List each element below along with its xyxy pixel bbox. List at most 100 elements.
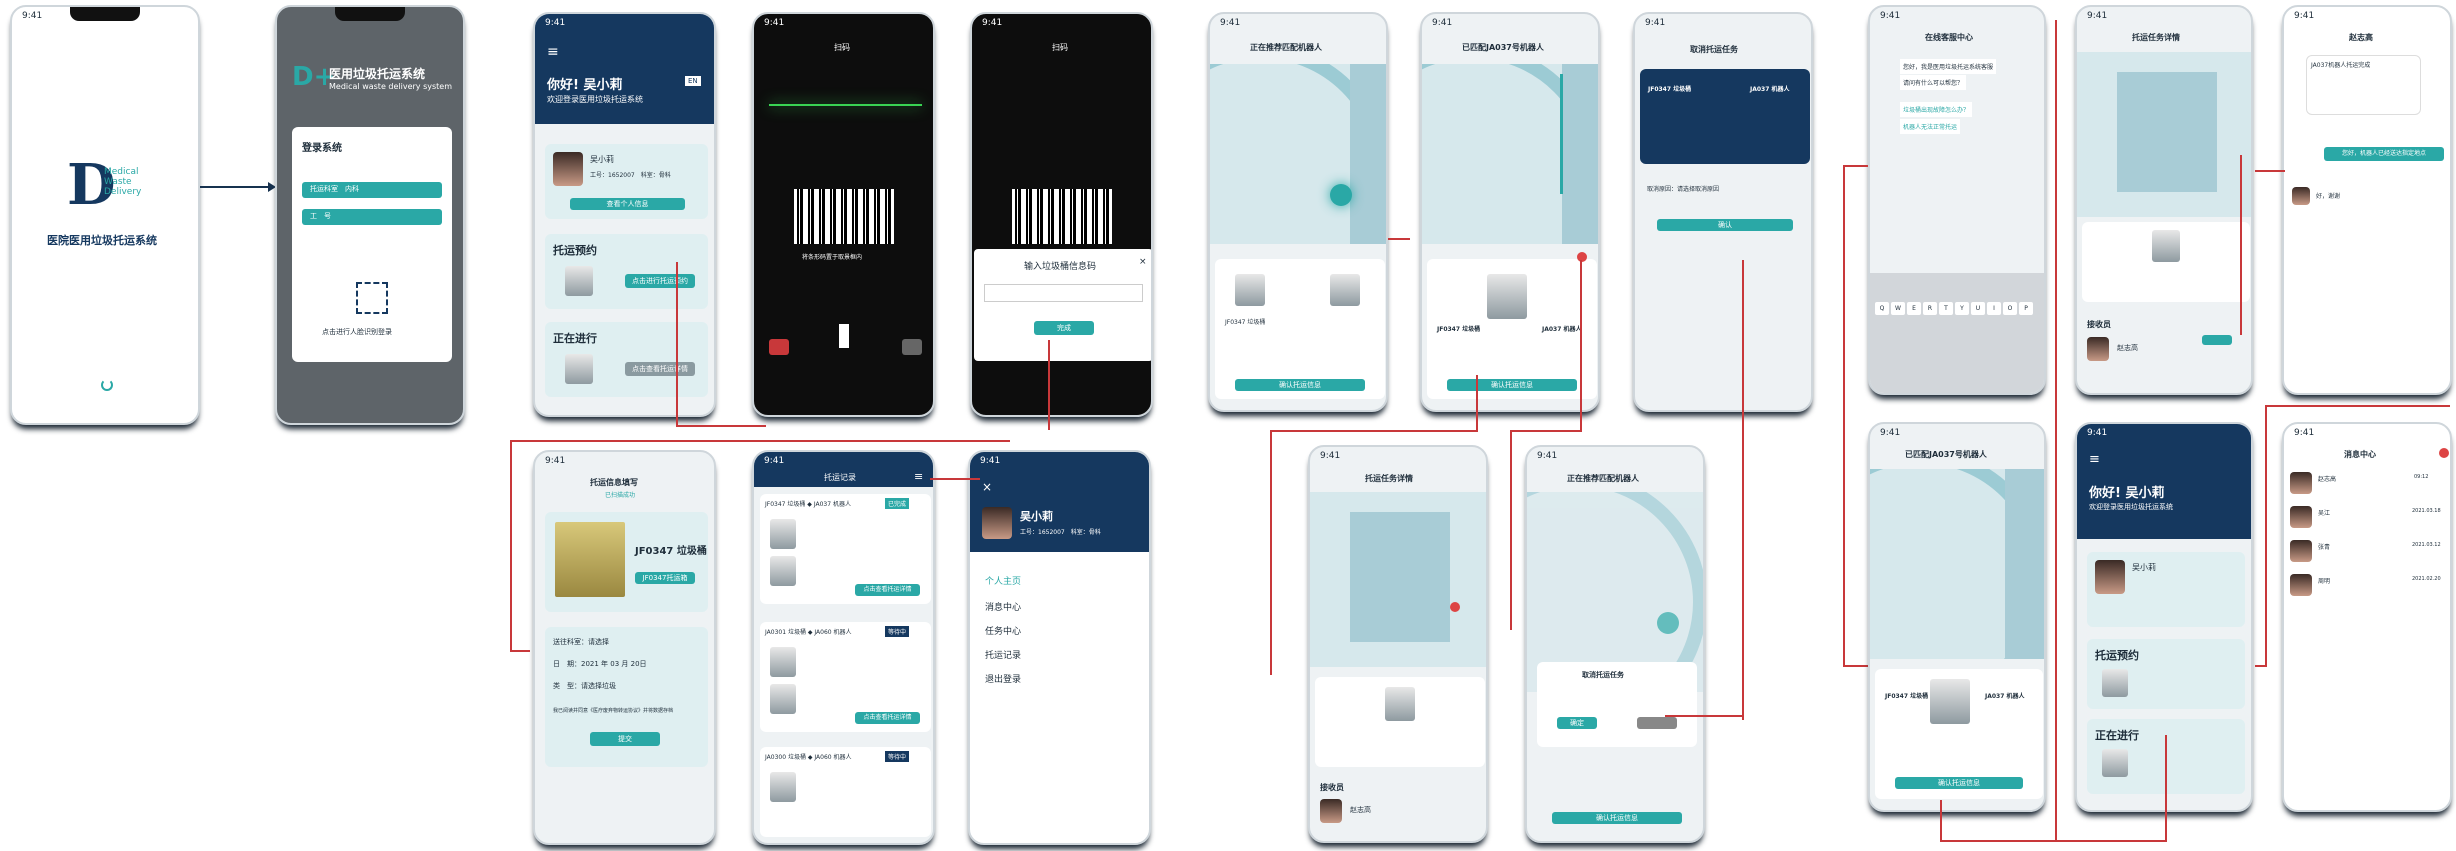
- cancel-screen: 9:41 取消托运任务 JF0347 垃圾桶 JA037 机器人 取消原因：请选…: [1633, 12, 1813, 412]
- confirm-button[interactable]: 确认托运信息: [1235, 379, 1365, 391]
- hospital-map[interactable]: [2077, 52, 2251, 217]
- status-time: 9:41: [22, 11, 43, 21]
- flow-connector: [1940, 840, 2165, 842]
- agree-checkbox[interactable]: 我已阅读并同意《医疗废弃物转运协议》并将数据存档: [553, 707, 673, 714]
- ok-button[interactable]: 确定: [1557, 717, 1597, 729]
- chat-msg[interactable]: 机器人无法正常托运: [1900, 119, 1961, 134]
- status-badge: 等待中: [885, 626, 910, 637]
- code-input[interactable]: [984, 284, 1143, 302]
- profile-button[interactable]: 查看个人信息: [570, 198, 685, 210]
- chat-msg[interactable]: 垃圾桶出现故障怎么办？: [1900, 102, 1973, 117]
- key[interactable]: Y: [1955, 302, 1969, 315]
- confirm-button[interactable]: 完成: [1034, 321, 1094, 335]
- robot-location-icon: [1330, 184, 1352, 206]
- menu-icon[interactable]: ≡: [547, 44, 559, 60]
- hotspot: [1577, 252, 1587, 262]
- keyboard-icon[interactable]: [769, 339, 789, 355]
- scan-title: 扫码: [834, 43, 850, 52]
- flow-connector: [1580, 260, 1582, 430]
- chat-screen: 9:41 在线客服中心 您好，我是医用垃圾托运系统客服 请问有什么可以帮您？ 垃…: [1868, 5, 2046, 395]
- key[interactable]: W: [1891, 302, 1905, 315]
- cancel-title: 取消托运任务: [1690, 45, 1738, 54]
- menu-item-tasks[interactable]: 任务中心: [985, 624, 1021, 637]
- robot-image: [1930, 679, 1970, 724]
- id-field[interactable]: 工 号: [302, 209, 442, 225]
- record-item[interactable]: JA0300 垃圾桶 ◆ JA060 机器人 等待中: [760, 747, 931, 837]
- key[interactable]: I: [1987, 302, 2001, 315]
- key[interactable]: R: [1923, 302, 1937, 315]
- key[interactable]: T: [1939, 302, 1953, 315]
- detail-button[interactable]: 点击查看托运详情: [855, 584, 920, 596]
- menu-item-home[interactable]: 个人主页: [985, 574, 1021, 587]
- scan-hint: 将条形码置于取景框内: [802, 254, 863, 261]
- flashlight-icon[interactable]: [839, 324, 849, 348]
- menu-name: 吴小莉: [1020, 510, 1053, 523]
- submit-button[interactable]: 提交: [590, 732, 660, 746]
- type-field[interactable]: 类 型：请选择垃圾: [553, 681, 616, 691]
- dept-field[interactable]: 送往科室：请选择: [553, 637, 609, 647]
- menu-item-logout[interactable]: 退出登录: [985, 672, 1021, 685]
- close-icon[interactable]: ×: [1139, 257, 1147, 267]
- dispatch-status: 已扫描成功: [605, 492, 636, 499]
- flow-connector: [2255, 170, 2285, 172]
- chat-button[interactable]: [2202, 335, 2232, 345]
- keyboard[interactable]: QWERTYUIOP: [1870, 273, 2044, 393]
- confirm-button[interactable]: 确认托运信息: [1447, 379, 1577, 391]
- reason-field[interactable]: 取消原因：请选择取消原因: [1647, 184, 1719, 193]
- records-screen: 9:41 托运记录 ≡ JF0347 垃圾桶 ◆ JA037 机器人 已完成 点…: [752, 450, 935, 845]
- hospital-map[interactable]: [1310, 492, 1486, 667]
- key[interactable]: P: [2019, 302, 2033, 315]
- key[interactable]: E: [1907, 302, 1921, 315]
- route-line: [1560, 74, 1563, 194]
- menu-icon[interactable]: ≡: [2089, 452, 2100, 467]
- robot-image: [1487, 274, 1527, 319]
- keyboard-keys: QWERTYUIOP: [1870, 273, 2044, 316]
- dept-label: 送往科室：: [553, 638, 588, 646]
- dispatch-screen: 9:41 托运信息填写 已扫描成功 JF0347 垃圾桶 JF0347托运箱 送…: [533, 450, 716, 845]
- hospital-map[interactable]: [1210, 64, 1386, 244]
- reserve-button[interactable]: 点击进行托运预约: [625, 274, 695, 288]
- date-field[interactable]: 日 期：2021 年 03 月 20日: [553, 659, 647, 669]
- avatar: [2290, 540, 2312, 562]
- form-card: 送往科室：请选择 日 期：2021 年 03 月 20日 类 型：请选择垃圾 我…: [545, 627, 708, 767]
- robot-image: [1385, 687, 1415, 721]
- avatar: [2292, 187, 2310, 205]
- match-card: JF0347 垃圾桶 JA037 机器人 确认托运信息: [1427, 259, 1597, 399]
- menu-item-messages[interactable]: 消息中心: [985, 600, 1021, 613]
- input-dialog: 输入垃圾桶信息码 × 完成: [974, 249, 1151, 361]
- bin-name: JF0347 垃圾桶: [1648, 86, 1692, 93]
- hospital-map[interactable]: [1870, 469, 2044, 659]
- ongoing-button[interactable]: 点击查看托运详情: [625, 362, 695, 376]
- robot-image: [1330, 274, 1360, 306]
- flow-connector: [1843, 165, 1845, 665]
- chat-msg: 您好，机器人已经送达指定地点: [2324, 147, 2444, 161]
- record-item[interactable]: JF0347 垃圾桶 ◆ JA037 机器人 已完成 点击查看托运详情: [760, 494, 931, 604]
- key[interactable]: Q: [1875, 302, 1889, 315]
- bin-image: [770, 772, 796, 802]
- menu-item-records[interactable]: 托运记录: [985, 648, 1021, 661]
- avatar: [982, 507, 1012, 539]
- avatar: [2290, 472, 2312, 494]
- cancel-confirm-button[interactable]: 确认: [1657, 219, 1793, 231]
- matched-screen: 9:41 已匹配JA037号机器人 JF0347 垃圾桶 JA037 机器人 确…: [1420, 12, 1600, 412]
- input-title: 输入垃圾桶信息码: [1024, 262, 1097, 272]
- message-time: 2021.02.20: [2412, 576, 2441, 582]
- confirm-button[interactable]: 确认托运信息: [1895, 777, 2023, 789]
- key[interactable]: U: [1971, 302, 1985, 315]
- detail-button[interactable]: 点击查看托运详情: [855, 712, 920, 724]
- record-item[interactable]: JA0301 垃圾桶 ◆ JA060 机器人 等待中 点击查看托运详情: [760, 622, 931, 732]
- bin-image: [565, 266, 593, 296]
- bin-button[interactable]: JF0347托运箱: [635, 572, 695, 584]
- confirm-button[interactable]: 确认托运信息: [1552, 812, 1682, 824]
- notification-dot[interactable]: [2439, 448, 2449, 458]
- close-icon[interactable]: ×: [982, 480, 992, 494]
- gallery-icon[interactable]: [902, 339, 922, 355]
- key[interactable]: O: [2003, 302, 2017, 315]
- flow-connector: [1742, 260, 1744, 720]
- lang-toggle[interactable]: EN: [685, 76, 701, 86]
- hospital-field[interactable]: 托运科室 内科: [302, 182, 442, 198]
- hospital-map[interactable]: [1422, 64, 1598, 244]
- menu-icon[interactable]: ≡: [914, 470, 923, 483]
- face-scan-icon[interactable]: [356, 282, 388, 314]
- back-button[interactable]: [1637, 717, 1677, 729]
